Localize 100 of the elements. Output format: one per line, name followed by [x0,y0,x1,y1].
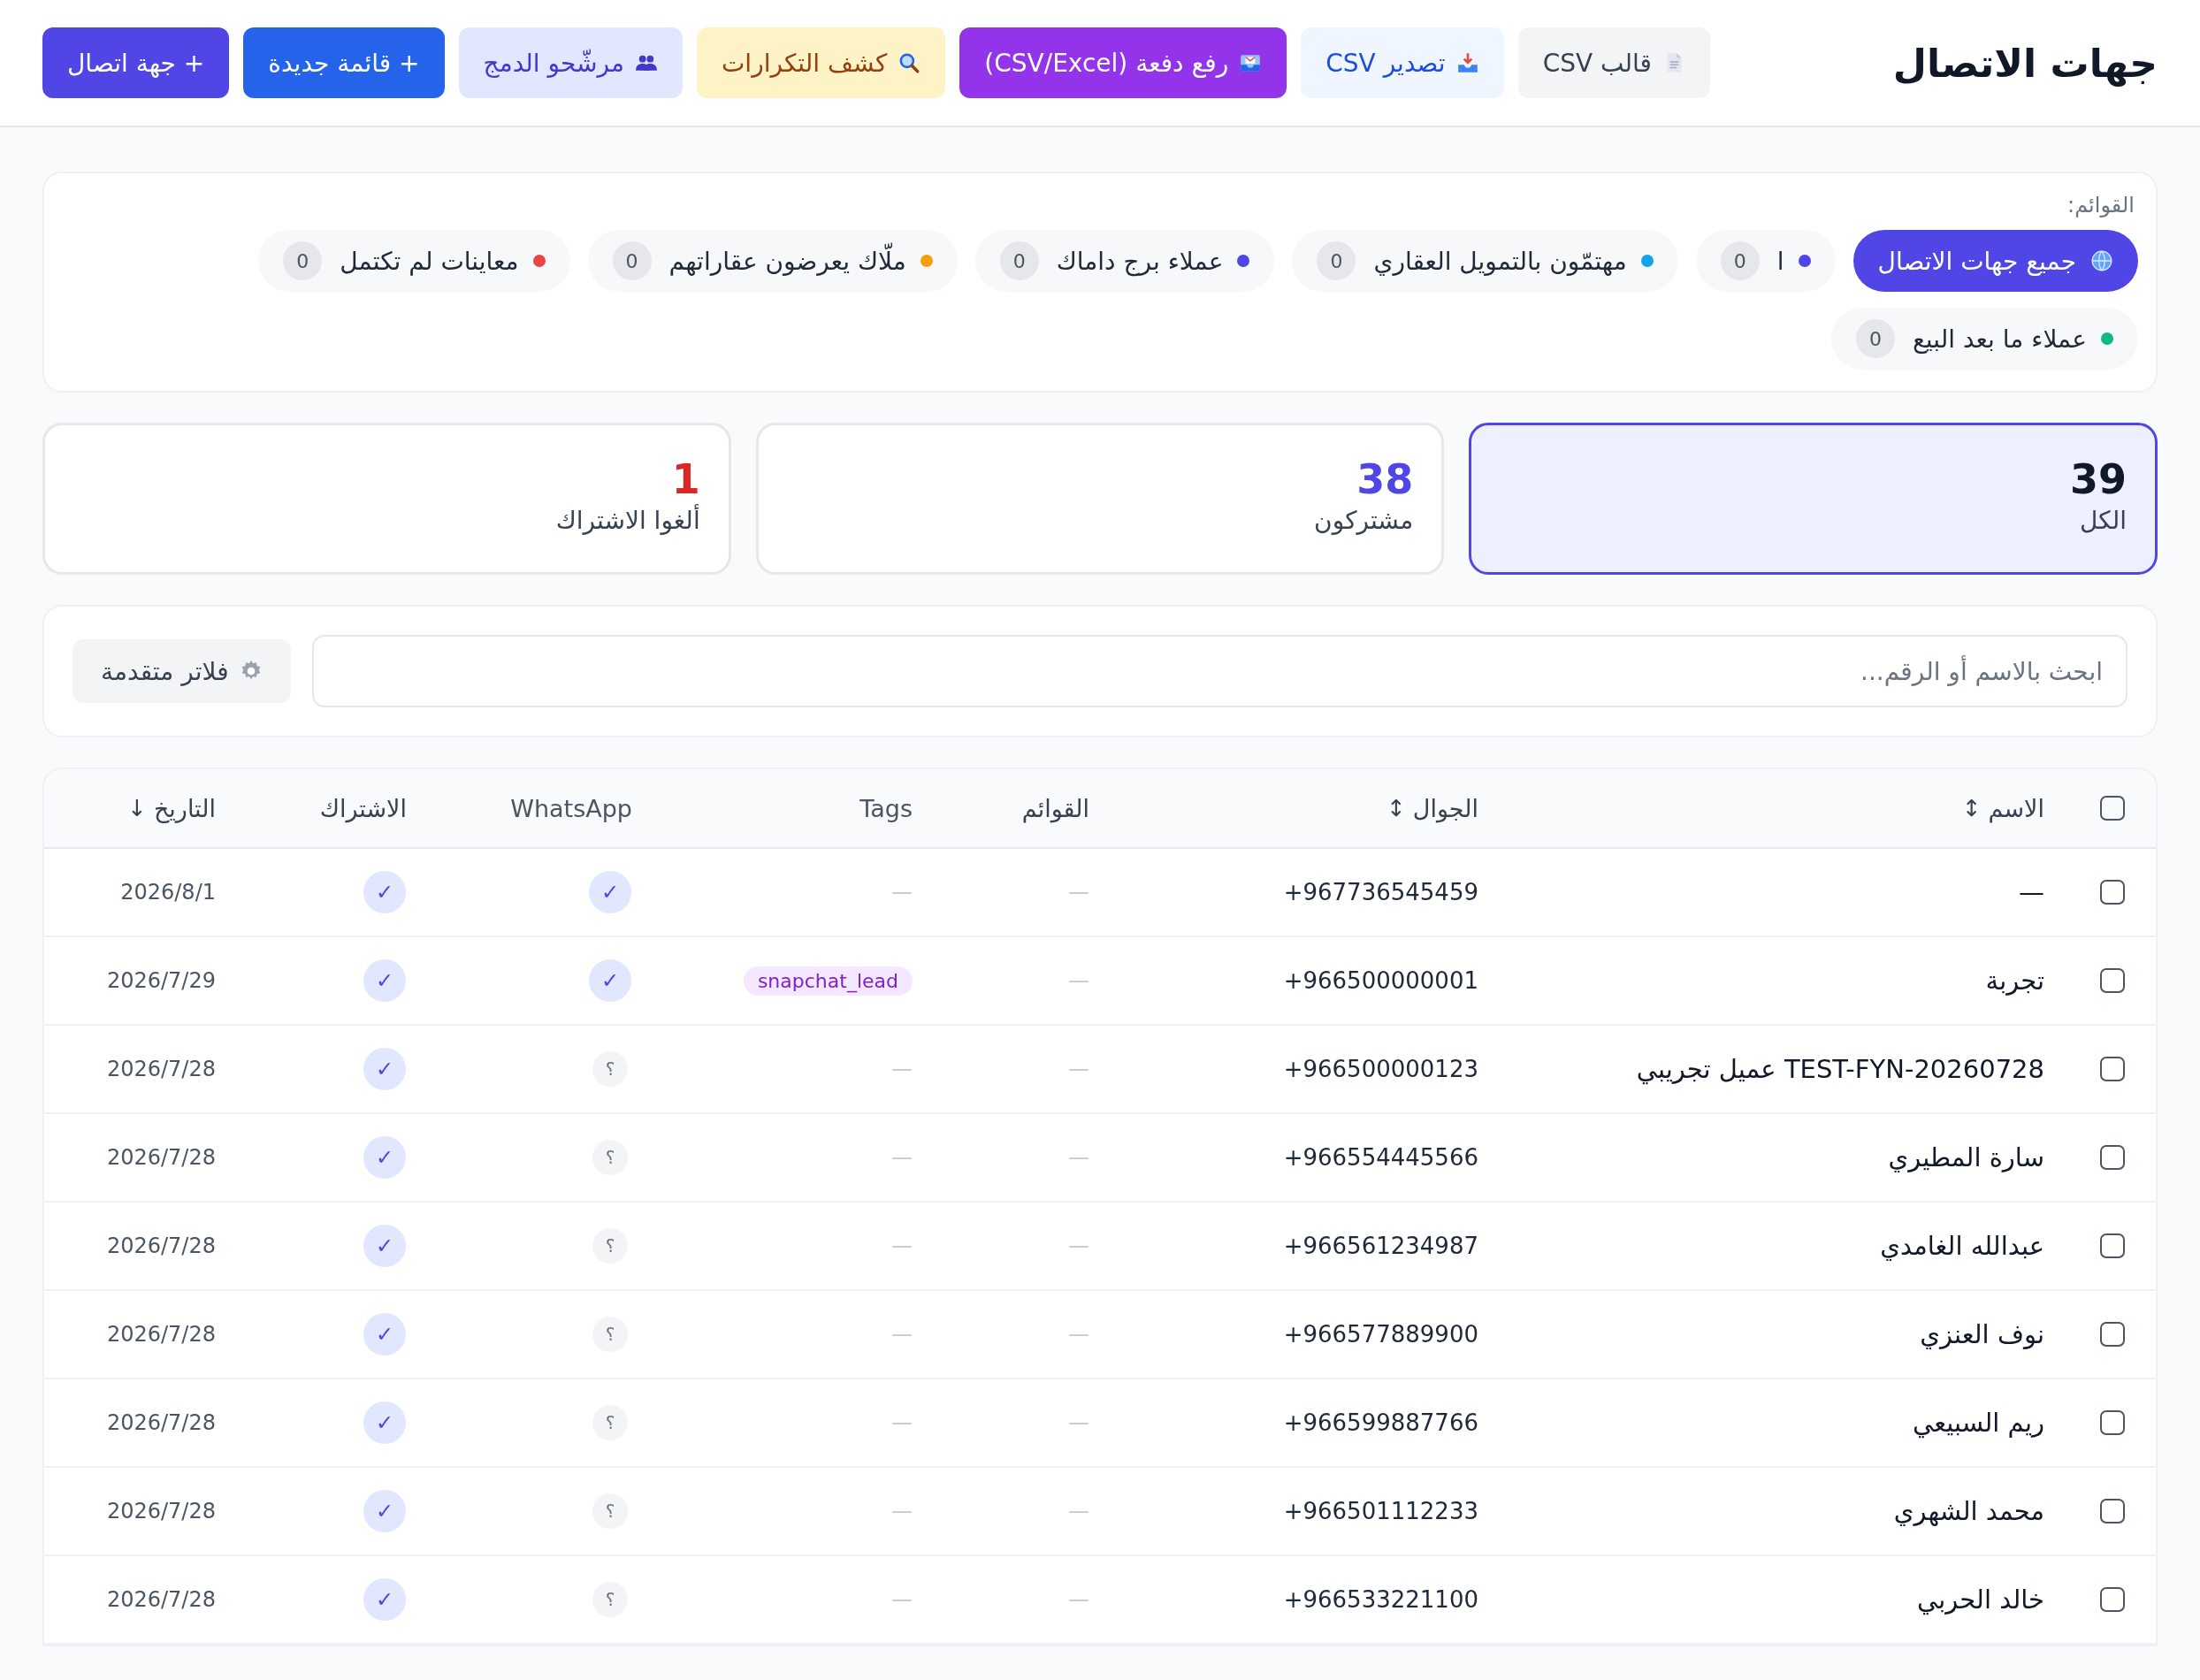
date-text: 2026/7/28 [106,1499,216,1523]
empty-value: — [1068,968,1089,993]
stat-label: مشتركون [1313,505,1414,535]
status-badge: ؟ [592,1317,628,1352]
empty-value: — [891,880,913,905]
lists-label: القوائم: [2066,193,2135,218]
status-badge: ✓ [589,959,631,1002]
date-text: 2026/7/28 [106,1233,216,1258]
status-badge: ؟ [592,1140,628,1175]
contact-name: TEST-FYN-20260728 عميل تجريبي [1636,1054,2044,1084]
status-badge: ✓ [363,1578,406,1621]
sort-icon[interactable]: ↕ [1961,795,1982,821]
empty-value: — [1068,880,1089,905]
contact-name: — [2019,877,2044,907]
count-badge: 0 [1317,241,1356,280]
status-badge: ✓ [363,1136,406,1179]
phone-number: +966577889900 [1283,1321,1478,1348]
empty-value: — [1068,1587,1089,1612]
status-badge: ؟ [592,1051,628,1087]
sort-icon[interactable]: ↓ [127,795,147,821]
toolbar-button[interactable]: مرشّحو الدمج [458,27,683,98]
contact-name: خالد الحربي [1917,1585,2044,1615]
column-header: Tags [859,794,913,822]
checkbox[interactable] [2100,1322,2125,1347]
date-text: 2026/7/29 [106,968,216,993]
checkbox[interactable] [2100,796,2125,821]
status-badge: ✓ [363,959,406,1002]
empty-value: — [1068,1322,1089,1347]
toolbar-button[interactable]: + قائمة جديدة [243,27,445,98]
checkbox[interactable] [2100,1057,2125,1081]
empty-value: — [1068,1233,1089,1258]
empty-value: — [891,1499,913,1523]
count-badge: 0 [999,241,1039,280]
list-chip[interactable]: جميع جهات الاتصال [1852,230,2138,292]
toolbar-button[interactable]: رفع دفعة (CSV/Excel) [959,27,1287,98]
date-text: 2026/7/28 [106,1322,216,1347]
column-header[interactable]: التاريخ [153,794,216,822]
empty-value: — [891,1233,913,1258]
toolbar-button[interactable]: كشف التكرارات [697,27,946,98]
date-text: 2026/7/28 [106,1587,216,1612]
date-text: 2026/7/28 [106,1057,216,1081]
checkbox[interactable] [2100,1410,2125,1435]
empty-value: — [1068,1145,1089,1170]
status-badge: ✓ [363,1490,406,1532]
date-text: 2026/7/28 [106,1410,216,1435]
checkbox[interactable] [2100,968,2125,993]
contact-name: تجربة [1985,966,2044,996]
phone-number: +966533221100 [1283,1586,1478,1613]
checkbox[interactable] [2100,1499,2125,1523]
phone-number: +966501112233 [1283,1498,1478,1524]
checkbox[interactable] [2100,1145,2125,1170]
status-badge: ✓ [363,871,406,913]
globe-icon [2090,249,2113,272]
status-badge: ؟ [592,1405,628,1440]
status-badge: ؟ [592,1582,628,1617]
status-badge: ✓ [589,871,631,913]
contact-name: عبدالله الغامدي [1880,1231,2044,1261]
empty-value: — [891,1587,913,1612]
search-icon [898,51,921,74]
column-header[interactable]: الجوال [1412,794,1478,822]
phone-number: +967736545459 [1283,879,1478,905]
empty-value: — [891,1410,913,1435]
status-badge: ✓ [363,1225,406,1267]
toolbar-button[interactable]: + جهة اتصال [42,27,230,98]
contact-name: سارة المطيري [1888,1142,2044,1172]
count-badge: 0 [1720,241,1760,280]
count-badge: 0 [283,241,323,280]
contact-name: نوف العنزي [1920,1319,2044,1349]
contact-name: محمد الشهري [1893,1496,2044,1526]
stat-value: 39 [2069,457,2127,502]
empty-value: — [891,1057,913,1081]
inbox-tray-icon [1455,51,1479,74]
status-badge: ؟ [592,1493,628,1529]
empty-value: — [891,1145,913,1170]
checkbox[interactable] [2100,1233,2125,1258]
checkbox[interactable] [2100,1587,2125,1612]
checkbox[interactable] [2100,880,2125,905]
status-badge: ✓ [363,1313,406,1355]
toolbar-button[interactable]: تصدير CSV [1301,27,1504,98]
filter-button[interactable]: فلاتر متقدمة [73,639,291,703]
contact-name: ريم السبيعي [1912,1408,2044,1438]
empty-value: — [1068,1057,1089,1081]
search-field[interactable]: ابحث بالاسم أو الرقم... [311,635,2127,707]
phone-number: +966500000123 [1283,1056,1478,1082]
phone-number: +966500000001 [1283,967,1478,994]
status-badge: ✓ [363,1401,406,1444]
count-badge: 0 [612,241,652,280]
sort-icon[interactable]: ↕ [1386,795,1406,821]
empty-value: — [891,1322,913,1347]
phone-number: +966599887766 [1283,1409,1478,1436]
date-text: 2026/8/1 [120,880,216,905]
empty-value: — [1068,1499,1089,1523]
phone-number: +966554445566 [1283,1144,1478,1171]
date-text: 2026/7/28 [106,1145,216,1170]
empty-value: — [1068,1410,1089,1435]
tag-chip: snapchat_lead [743,966,913,996]
toolbar-button[interactable]: قالب CSV [1517,27,1710,98]
column-header[interactable]: الاسم [1988,794,2044,822]
status-badge: ؟ [592,1228,628,1264]
phone-number: +966561234987 [1283,1233,1478,1259]
